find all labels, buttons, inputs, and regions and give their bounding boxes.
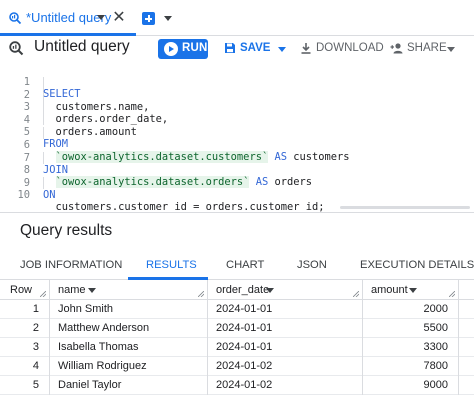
- chevron-down-icon[interactable]: [278, 47, 286, 52]
- play-icon: [164, 42, 178, 56]
- code-line: 8 `owox-analytics.dataset.orders` AS ord…: [0, 152, 474, 189]
- amount-cell: 3300: [363, 338, 459, 357]
- resize-handle-icon[interactable]: [198, 291, 204, 297]
- new-tab-icon[interactable]: [142, 12, 155, 25]
- table-row[interactable]: 3 Isabella Thomas 2024-01-01 3300: [0, 338, 474, 357]
- code-line: 5 FROM: [0, 114, 474, 150]
- amount-cell: 2000: [363, 300, 459, 319]
- sort-caret-icon[interactable]: [409, 288, 417, 293]
- tab-results[interactable]: RESULTS: [146, 259, 197, 271]
- save-icon: [225, 43, 235, 53]
- name-cell: William Rodriguez: [50, 357, 208, 376]
- table-row[interactable]: 4 William Rodriguez 2024-01-02 7800: [0, 357, 474, 376]
- sql-keyword: ON: [43, 188, 56, 201]
- name-cell: John Smith: [50, 300, 208, 319]
- editor-scrollbar[interactable]: [340, 206, 470, 209]
- tab-job-information[interactable]: JOB INFORMATION: [20, 259, 122, 271]
- name-cell: Isabella Thomas: [50, 338, 208, 357]
- tab-execution-details[interactable]: EXECUTION DETAILS: [360, 259, 474, 271]
- order-date-cell: 2024-01-01: [208, 338, 363, 357]
- order-date-cell: 2024-01-01: [208, 319, 363, 338]
- row-number-cell: 2: [0, 319, 50, 338]
- row-number-cell: 1: [0, 300, 50, 319]
- add-person-icon: [390, 43, 403, 54]
- query-icon: [9, 12, 22, 25]
- pane-divider[interactable]: [0, 212, 474, 213]
- query-icon: [9, 41, 24, 56]
- query-tab[interactable]: *Untitled query ✕: [0, 0, 136, 36]
- resize-handle-icon[interactable]: [353, 291, 359, 297]
- name-cell: Matthew Anderson: [50, 319, 208, 338]
- order-date-cell: 2024-01-02: [208, 357, 363, 376]
- row-number-cell: 5: [0, 376, 50, 395]
- chevron-down-icon[interactable]: [447, 47, 455, 52]
- chevron-down-icon[interactable]: [164, 16, 172, 21]
- amount-cell: 5500: [363, 319, 459, 338]
- amount-cell: 9000: [363, 376, 459, 395]
- code-line: 7 JOIN: [0, 140, 474, 176]
- table-row[interactable]: 5 Daniel Taylor 2024-01-02 9000: [0, 376, 474, 395]
- table-row[interactable]: 2 Matthew Anderson 2024-01-01 5500: [0, 319, 474, 338]
- query-tab-strip: *Untitled query ✕: [0, 0, 474, 36]
- query-title[interactable]: Untitled query: [34, 38, 130, 56]
- sql-editor[interactable]: 1 SELECT 2 customers.name, 3 orders.orde…: [0, 62, 474, 213]
- code-line: 9 ON: [0, 165, 474, 201]
- row-number-cell: 4: [0, 357, 50, 376]
- code-line: 10 customers.customer_id = orders.custom…: [0, 177, 474, 213]
- results-header-row: Row name order_date amount: [0, 280, 474, 300]
- amount-cell: 7800: [363, 357, 459, 376]
- code-line: 1 SELECT: [0, 64, 474, 100]
- name-cell: Daniel Taylor: [50, 376, 208, 395]
- resize-handle-icon[interactable]: [449, 291, 455, 297]
- download-icon: [301, 43, 311, 54]
- sort-caret-icon[interactable]: [88, 288, 96, 293]
- run-label: RUN: [182, 42, 208, 54]
- resize-handle-icon[interactable]: [40, 291, 46, 297]
- code-line: 2 customers.name,: [0, 77, 474, 113]
- code-line: 3 orders.order_date,: [0, 89, 474, 125]
- download-label: DOWNLOAD: [316, 42, 384, 54]
- sort-caret-icon[interactable]: [266, 288, 274, 293]
- run-button[interactable]: RUN: [158, 39, 208, 59]
- row-number-cell: 3: [0, 338, 50, 357]
- column-header-amount[interactable]: amount: [363, 280, 459, 300]
- order-date-cell: 2024-01-02: [208, 376, 363, 395]
- line-number: 10: [17, 189, 30, 202]
- tab-chart[interactable]: CHART: [226, 259, 264, 271]
- code-line: 6 `owox-analytics.dataset.customers` AS …: [0, 127, 474, 163]
- close-icon[interactable]: ✕: [110, 9, 128, 27]
- column-header-name[interactable]: name: [50, 280, 208, 300]
- code-line: 4 orders.amount: [0, 102, 474, 138]
- order-date-cell: 2024-01-01: [208, 300, 363, 319]
- save-label: SAVE: [240, 42, 271, 54]
- share-label: SHARE: [407, 42, 447, 54]
- results-tabs: JOB INFORMATION RESULTS CHART JSON EXECU…: [0, 253, 474, 280]
- query-toolbar: Untitled query RUN SAVE DOWNLOAD SHARE: [0, 36, 474, 62]
- chevron-down-icon[interactable]: [97, 15, 105, 20]
- column-header-row[interactable]: Row: [0, 280, 50, 300]
- results-title: Query results: [20, 222, 113, 239]
- column-header-order-date[interactable]: order_date: [208, 280, 363, 300]
- table-row[interactable]: 1 John Smith 2024-01-01 2000: [0, 300, 474, 319]
- tab-json[interactable]: JSON: [297, 259, 327, 271]
